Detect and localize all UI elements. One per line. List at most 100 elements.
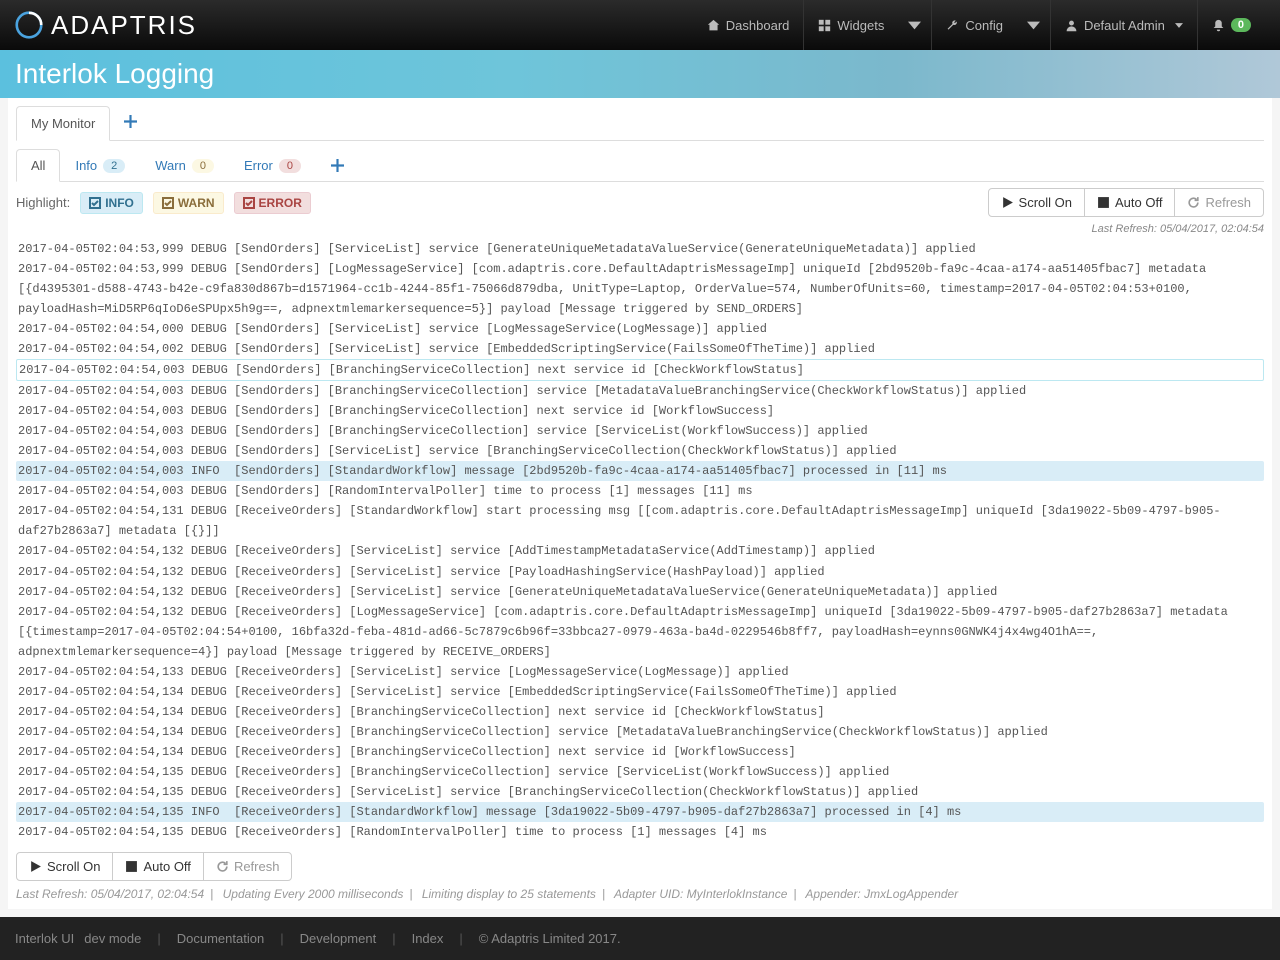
log-lines: 2017-04-05T02:04:53,999 DEBUG [SendOrder…: [16, 239, 1264, 842]
log-line: 2017-04-05T02:04:54,134 DEBUG [ReceiveOr…: [16, 742, 1264, 762]
brand-text: ADAPTRIS: [51, 10, 197, 41]
filter-tab-info[interactable]: Info2: [60, 149, 140, 182]
footer-documentation-link[interactable]: Documentation: [177, 931, 264, 946]
last-refresh-top: Last Refresh: 05/04/2017, 02:04:54: [16, 223, 1264, 235]
navbar-nav: Dashboard Widgets Config Default Admin 0: [693, 0, 1265, 50]
log-line: 2017-04-05T02:04:54,003 DEBUG [SendOrder…: [16, 401, 1264, 421]
filter-tab-all[interactable]: All: [16, 149, 60, 182]
nav-user[interactable]: Default Admin: [1051, 0, 1197, 50]
error-count-badge: 0: [279, 159, 301, 173]
log-line: 2017-04-05T02:04:54,135 DEBUG [ReceiveOr…: [16, 762, 1264, 782]
log-line: 2017-04-05T02:04:54,135 INFO [ReceiveOrd…: [16, 802, 1264, 822]
log-line: 2017-04-05T02:04:54,003 DEBUG [SendOrder…: [16, 441, 1264, 461]
nav-widgets[interactable]: Widgets: [804, 0, 898, 50]
footer-documentation-label: Documentation: [177, 931, 264, 946]
log-line: 2017-04-05T02:04:54,003 DEBUG [SendOrder…: [16, 359, 1264, 381]
caret-down-icon: [908, 19, 921, 32]
log-line: 2017-04-05T02:04:54,003 INFO [SendOrders…: [16, 461, 1264, 481]
footer-development-label: Development: [300, 931, 377, 946]
log-line: 2017-04-05T02:04:54,003 DEBUG [SendOrder…: [16, 481, 1264, 501]
page-title: Interlok Logging: [15, 58, 1265, 90]
warn-count-badge: 0: [192, 159, 214, 173]
checkbox-checked-icon: [89, 197, 101, 209]
home-icon: [707, 19, 720, 32]
page-header: Interlok Logging: [0, 50, 1280, 98]
notif-count-badge: 0: [1231, 18, 1251, 32]
refresh-button-bottom[interactable]: Refresh: [203, 852, 293, 881]
footer-index-link[interactable]: Index: [412, 931, 444, 946]
auto-off-button[interactable]: Auto Off: [1084, 188, 1175, 217]
status-limiting: Limiting display to 25 statements: [422, 887, 596, 901]
nav-dashboard[interactable]: Dashboard: [693, 0, 804, 50]
highlight-toolbar: Highlight: INFO WARN ERROR Scroll On Aut…: [16, 188, 1264, 217]
highlight-info-toggle[interactable]: INFO: [80, 192, 143, 214]
nav-user-label: Default Admin: [1084, 18, 1165, 33]
filter-tab-warn[interactable]: Warn 0: [140, 149, 229, 182]
auto-off-label: Auto Off: [1115, 195, 1162, 210]
log-line: 2017-04-05T02:04:54,135 DEBUG [ReceiveOr…: [16, 782, 1264, 802]
bell-icon: [1212, 19, 1225, 32]
highlight-error-label: ERROR: [259, 196, 302, 210]
brand[interactable]: ADAPTRIS: [15, 10, 197, 41]
log-line: 2017-04-05T02:04:54,134 DEBUG [ReceiveOr…: [16, 722, 1264, 742]
nav-config-dropdown[interactable]: [1017, 0, 1050, 50]
user-icon: [1065, 19, 1078, 32]
highlight-label: Highlight:: [16, 195, 70, 210]
checkbox-checked-icon: [243, 197, 255, 209]
caret-down-icon: [1175, 23, 1183, 28]
nav-config-label: Config: [965, 18, 1003, 33]
tab-my-monitor-label: My Monitor: [31, 116, 95, 131]
navbar: ADAPTRIS Dashboard Widgets Config Defaul…: [0, 0, 1280, 50]
refresh-label: Refresh: [234, 859, 280, 874]
highlight-warn-label: WARN: [178, 196, 215, 210]
plus-icon: [124, 115, 137, 128]
monitor-tabs: My Monitor: [16, 106, 1264, 141]
log-line: 2017-04-05T02:04:54,131 DEBUG [ReceiveOr…: [16, 501, 1264, 541]
filter-tab-all-label: All: [31, 158, 45, 173]
nav-dashboard-label: Dashboard: [726, 18, 790, 33]
scroll-on-button[interactable]: Scroll On: [988, 188, 1085, 217]
status-adapter-uid: Adapter UID: MyInterlokInstance: [614, 887, 787, 901]
info-count-badge: 2: [103, 159, 125, 173]
log-line: 2017-04-05T02:04:54,003 DEBUG [SendOrder…: [16, 381, 1264, 401]
footer-copyright: © Adaptris Limited 2017.: [479, 931, 621, 946]
log-line: 2017-04-05T02:04:54,134 DEBUG [ReceiveOr…: [16, 682, 1264, 702]
plus-icon: [331, 159, 344, 172]
footer-development-link[interactable]: Development: [300, 931, 377, 946]
log-line: 2017-04-05T02:04:54,132 DEBUG [ReceiveOr…: [16, 562, 1264, 582]
refresh-icon: [1187, 196, 1200, 209]
nav-notifications[interactable]: 0: [1198, 0, 1265, 50]
log-line: 2017-04-05T02:04:54,133 DEBUG [ReceiveOr…: [16, 662, 1264, 682]
level-filter-tabs: All Info2 Warn 0 Error0: [16, 149, 1264, 182]
log-line: 2017-04-05T02:04:54,003 DEBUG [SendOrder…: [16, 421, 1264, 441]
log-controls-top: Scroll On Auto Off Refresh: [988, 188, 1264, 217]
caret-down-icon: [1027, 19, 1040, 32]
stop-icon: [1097, 196, 1110, 209]
log-controls-bottom: Scroll On Auto Off Refresh: [16, 852, 1264, 881]
filter-tab-error[interactable]: Error0: [229, 149, 316, 182]
auto-off-button-bottom[interactable]: Auto Off: [112, 852, 203, 881]
log-line: 2017-04-05T02:04:54,132 DEBUG [ReceiveOr…: [16, 582, 1264, 602]
footer-mode: dev mode: [84, 931, 141, 946]
play-icon: [1001, 196, 1014, 209]
refresh-icon: [216, 860, 229, 873]
log-line: 2017-04-05T02:04:54,134 DEBUG [ReceiveOr…: [16, 702, 1264, 722]
stop-icon: [125, 860, 138, 873]
scroll-on-button-bottom[interactable]: Scroll On: [16, 852, 113, 881]
status-updating: Updating Every 2000 milliseconds: [223, 887, 404, 901]
auto-off-label: Auto Off: [143, 859, 190, 874]
nav-widgets-dropdown[interactable]: [898, 0, 931, 50]
footer-index-label: Index: [412, 931, 444, 946]
highlight-error-toggle[interactable]: ERROR: [234, 192, 311, 214]
log-line: 2017-04-05T02:04:54,132 DEBUG [ReceiveOr…: [16, 541, 1264, 561]
grid-icon: [818, 19, 831, 32]
tab-my-monitor[interactable]: My Monitor: [16, 106, 110, 141]
filter-tab-add[interactable]: [316, 149, 359, 182]
highlight-warn-toggle[interactable]: WARN: [153, 192, 224, 214]
add-monitor-button[interactable]: [110, 106, 151, 140]
main-container: My Monitor All Info2 Warn 0 Error0 Highli…: [8, 98, 1272, 909]
footer-app: Interlok UI: [15, 931, 74, 946]
nav-config[interactable]: Config: [932, 0, 1017, 50]
filter-tab-warn-label: Warn: [155, 158, 186, 173]
refresh-button[interactable]: Refresh: [1174, 188, 1264, 217]
